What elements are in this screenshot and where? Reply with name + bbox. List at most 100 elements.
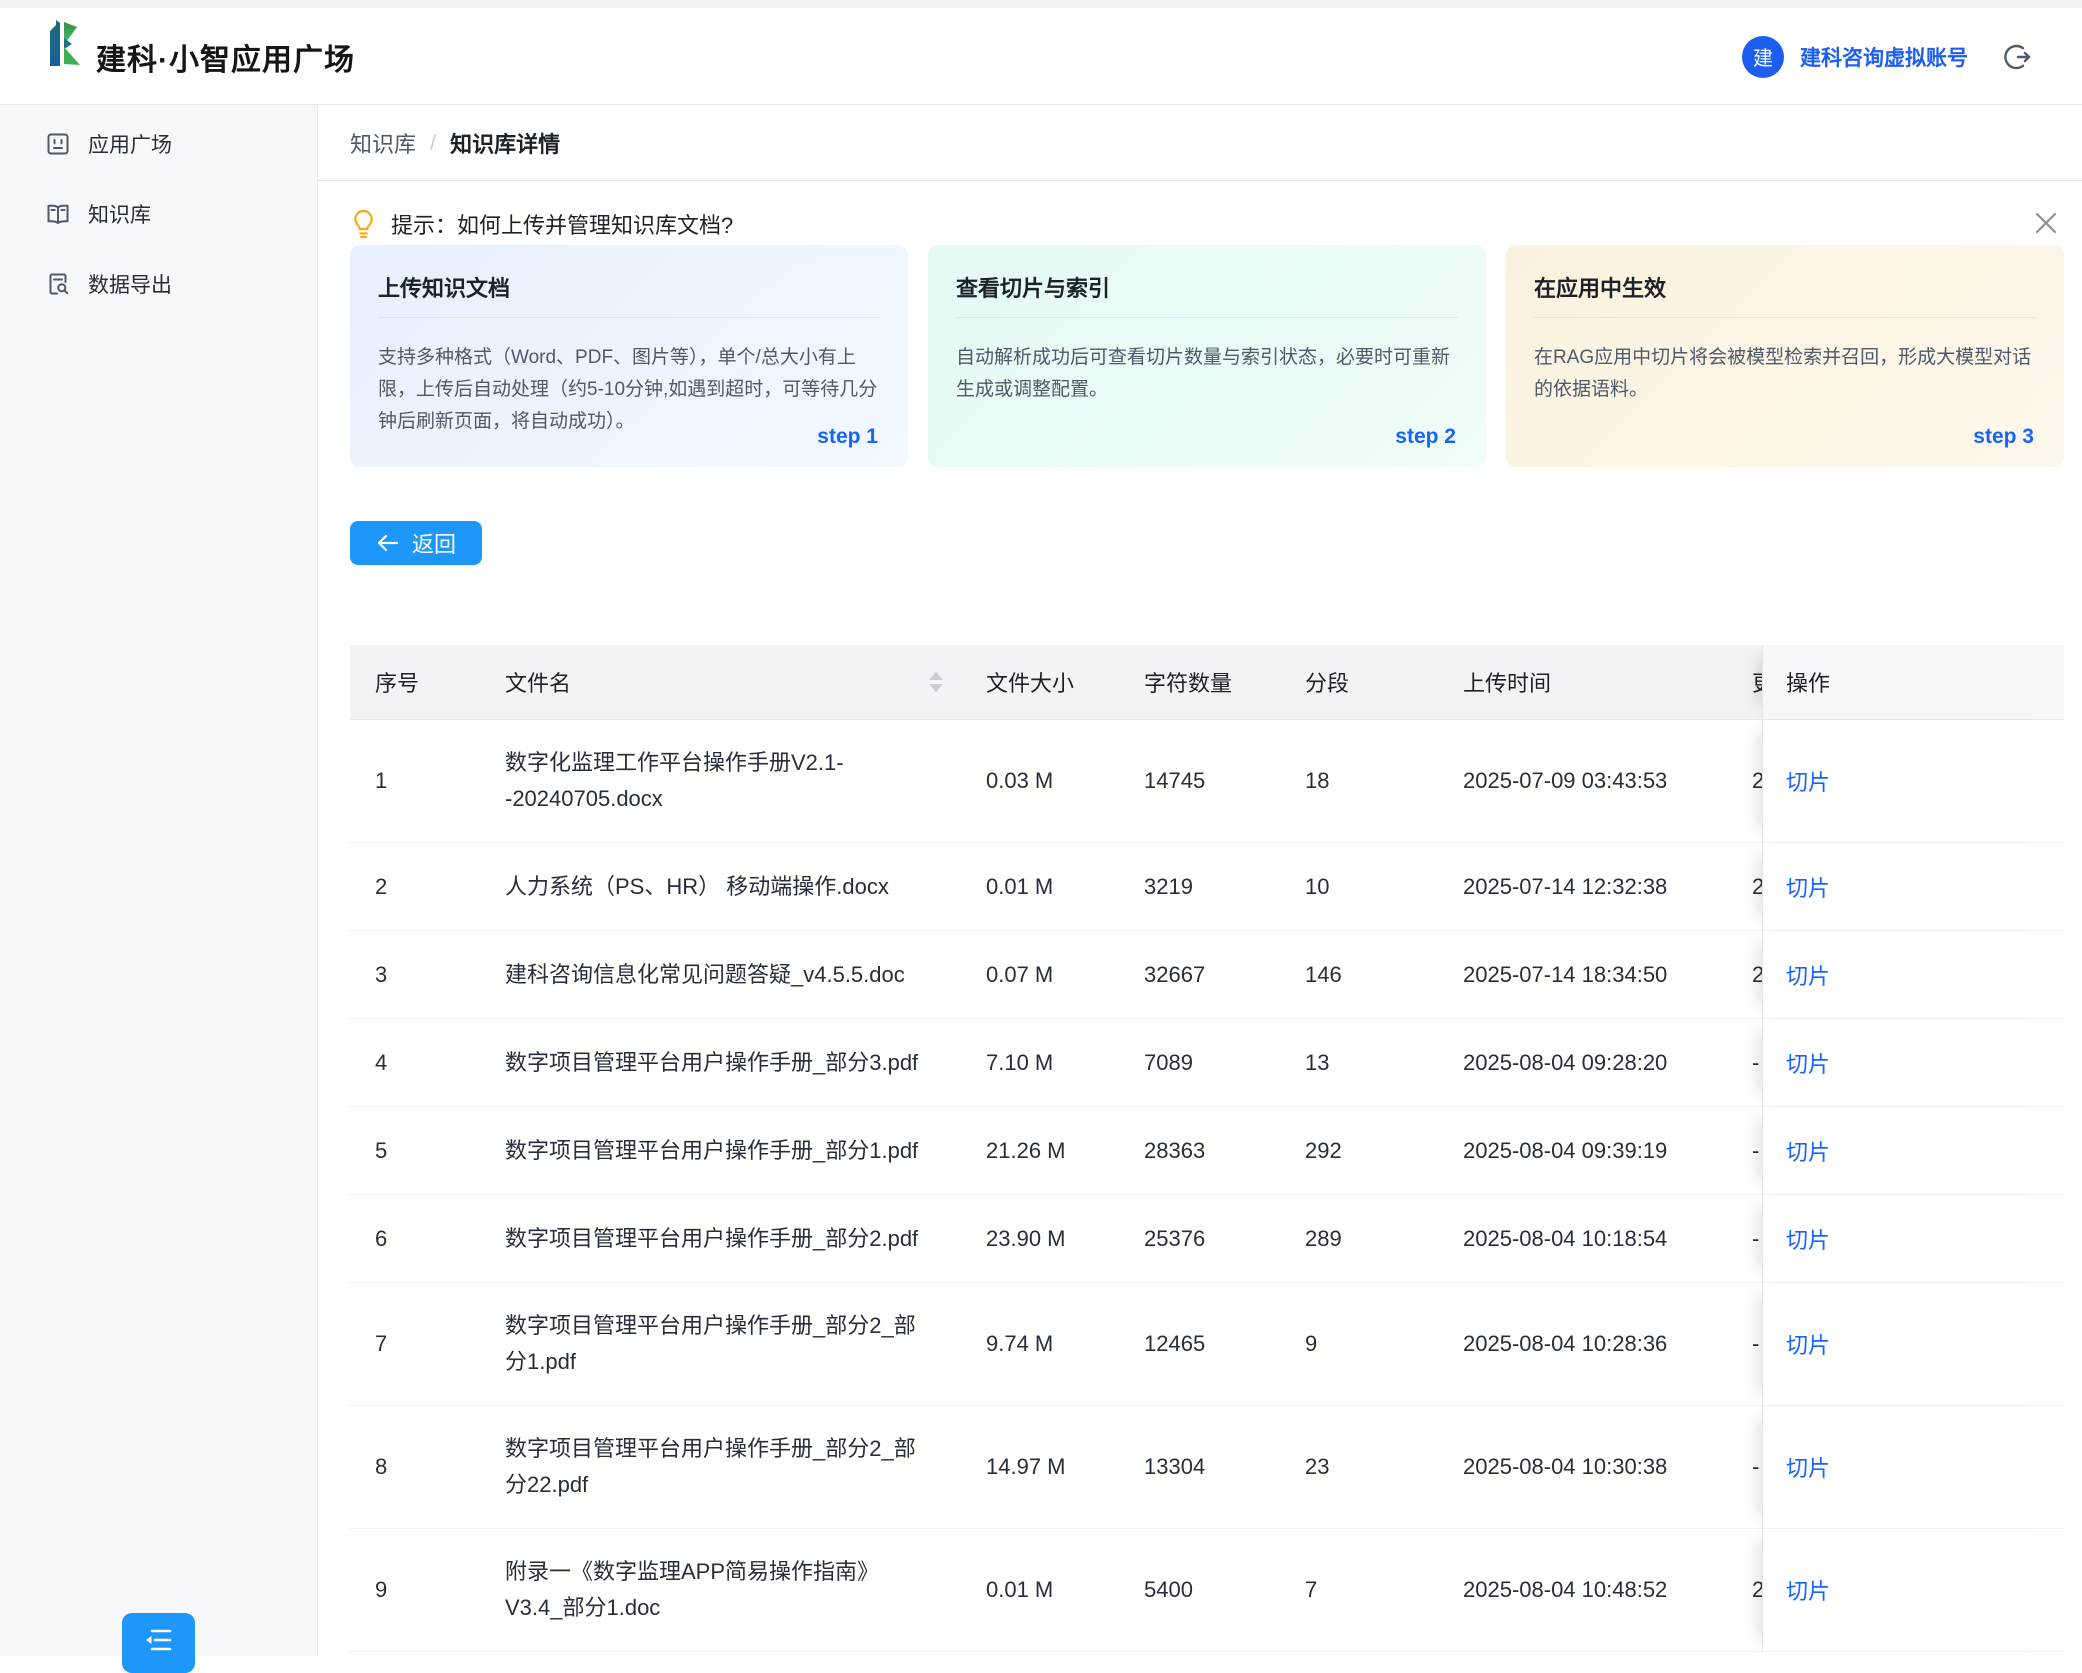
cell-char-count: 28363 (1123, 1138, 1284, 1164)
back-button-label: 返回 (412, 527, 456, 559)
col-header-upload-time: 上传时间 (1442, 666, 1731, 698)
cell-truncated: - (1731, 1331, 1762, 1357)
cell-action: 切片 (1762, 1406, 2064, 1528)
col-header-chars: 字符数量 (1123, 666, 1284, 698)
sidebar-item-label: 应用广场 (88, 129, 172, 159)
card-divider (378, 317, 880, 318)
slice-link[interactable]: 切片 (1786, 959, 1830, 991)
cell-segments: 7 (1284, 1577, 1442, 1603)
cell-truncated: 2 (1731, 874, 1762, 900)
card-title: 在应用中生效 (1534, 271, 2036, 303)
cell-segments: 10 (1284, 874, 1442, 900)
main-content: 知识库 / 知识库详情 提示：如何上传并管理知识库文档? 上传知识文档 支持多种… (318, 105, 2082, 1656)
sort-icon[interactable] (929, 672, 943, 692)
col-header-size: 文件大小 (965, 666, 1123, 698)
cell-char-count: 3219 (1123, 874, 1284, 900)
tip-text: 提示：如何上传并管理知识库文档? (391, 208, 733, 240)
breadcrumb-knowledge-base[interactable]: 知识库 (350, 127, 416, 159)
menu-fold-icon (142, 1623, 176, 1657)
slice-link[interactable]: 切片 (1786, 1451, 1830, 1483)
table-row: 7数字项目管理平台用户操作手册_部分2_部 分1.pdf9.74 M124659… (350, 1283, 2064, 1406)
cell-no: 5 (350, 1138, 505, 1164)
card-title: 上传知识文档 (378, 271, 880, 303)
cell-action: 切片 (1762, 1529, 2064, 1651)
card-divider (956, 317, 1458, 318)
cell-file-size: 21.26 M (965, 1138, 1123, 1164)
menu-fold-button[interactable] (122, 1613, 195, 1673)
cell-file-size: 7.10 M (965, 1050, 1123, 1076)
cell-truncated: 2 (1731, 962, 1762, 988)
cell-char-count: 14745 (1123, 768, 1284, 794)
close-icon[interactable] (2028, 205, 2064, 241)
cell-file-name: 数字项目管理平台用户操作手册_部分1.pdf (505, 1133, 965, 1169)
cell-file-name: 数字项目管理平台用户操作手册_部分2_部 分1.pdf (505, 1308, 965, 1380)
cell-upload-time: 2025-07-09 03:43:53 (1442, 768, 1731, 794)
cell-segments: 18 (1284, 768, 1442, 794)
cell-upload-time: 2025-08-04 09:39:19 (1442, 1138, 1731, 1164)
cell-no: 7 (350, 1331, 505, 1357)
cell-file-name: 建科咨询信息化常见问题答疑_v4.5.5.doc (505, 957, 965, 993)
cell-file-size: 0.01 M (965, 874, 1123, 900)
avatar[interactable]: 建 (1742, 36, 1784, 78)
card-divider (1534, 317, 2036, 318)
cell-truncated: 2 (1731, 1577, 1762, 1603)
slice-link[interactable]: 切片 (1786, 765, 1830, 797)
cell-upload-time: 2025-08-04 10:30:38 (1442, 1454, 1731, 1480)
cell-truncated: - (1731, 1050, 1762, 1076)
cell-char-count: 13304 (1123, 1454, 1284, 1480)
cell-no: 2 (350, 874, 505, 900)
account-name[interactable]: 建科咨询虚拟账号 (1800, 42, 1968, 72)
cell-action: 切片 (1762, 843, 2064, 930)
cell-no: 9 (350, 1577, 505, 1603)
cell-file-name: 人力系统（PS、HR） 移动端操作.docx (505, 869, 965, 905)
cell-char-count: 32667 (1123, 962, 1284, 988)
logout-icon[interactable] (2002, 42, 2032, 72)
cell-file-size: 0.03 M (965, 768, 1123, 794)
table-row: 2人力系统（PS、HR） 移动端操作.docx0.01 M3219102025-… (350, 843, 2064, 931)
cell-char-count: 5400 (1123, 1577, 1284, 1603)
slice-link[interactable]: 切片 (1786, 1135, 1830, 1167)
breadcrumb-separator: / (430, 130, 436, 156)
back-button[interactable]: 返回 (350, 521, 482, 565)
sidebar: 应用广场 知识库 数据导出 (0, 105, 318, 1656)
breadcrumb: 知识库 / 知识库详情 (318, 105, 2082, 181)
cell-file-name: 数字项目管理平台用户操作手册_部分2.pdf (505, 1221, 965, 1257)
cell-upload-time: 2025-08-04 10:18:54 (1442, 1226, 1731, 1252)
tip-row: 提示：如何上传并管理知识库文档? (350, 208, 733, 240)
card-body: 支持多种格式（Word、PDF、图片等），单个/总大小有上 限，上传后自动处理（… (378, 342, 880, 438)
cell-truncated: - (1731, 1138, 1762, 1164)
slice-link[interactable]: 切片 (1786, 1047, 1830, 1079)
cell-segments: 13 (1284, 1050, 1442, 1076)
cell-action: 切片 (1762, 931, 2064, 1018)
step-label: step 1 (817, 425, 878, 449)
slice-link[interactable]: 切片 (1786, 1223, 1830, 1255)
lightbulb-icon (350, 208, 377, 240)
arrow-left-icon (376, 533, 400, 553)
sidebar-item-label: 数据导出 (88, 269, 172, 299)
table-row: 9附录一《数字监理APP简易操作指南》 V3.4_部分1.doc0.01 M54… (350, 1529, 2064, 1652)
sidebar-item-app-plaza[interactable]: 应用广场 (0, 116, 318, 172)
slice-link[interactable]: 切片 (1786, 871, 1830, 903)
card-body: 在RAG应用中切片将会被模型检索并召回，形成大模型对话 的依据语料。 (1534, 342, 2036, 406)
table-body: 1数字化监理工作平台操作手册V2.1- -20240705.docx0.03 M… (350, 720, 2064, 1652)
sidebar-item-data-export[interactable]: 数据导出 (0, 256, 318, 312)
cell-no: 8 (350, 1454, 505, 1480)
slice-link[interactable]: 切片 (1786, 1328, 1830, 1360)
cell-file-size: 9.74 M (965, 1331, 1123, 1357)
cell-truncated: - (1731, 1454, 1762, 1480)
cell-file-size: 0.07 M (965, 962, 1123, 988)
table-row: 3建科咨询信息化常见问题答疑_v4.5.5.doc0.07 M326671462… (350, 931, 2064, 1019)
cell-upload-time: 2025-08-04 09:28:20 (1442, 1050, 1731, 1076)
cell-no: 4 (350, 1050, 505, 1076)
breadcrumb-current: 知识库详情 (450, 127, 560, 159)
cell-no: 6 (350, 1226, 505, 1252)
cell-char-count: 7089 (1123, 1050, 1284, 1076)
cell-no: 1 (350, 768, 505, 794)
col-header-truncated: 更 (1731, 666, 1762, 698)
slice-link[interactable]: 切片 (1786, 1574, 1830, 1606)
sidebar-item-knowledge-base[interactable]: 知识库 (0, 186, 318, 242)
cell-segments: 23 (1284, 1454, 1442, 1480)
cell-upload-time: 2025-07-14 18:34:50 (1442, 962, 1731, 988)
col-header-no: 序号 (350, 666, 505, 698)
col-header-name[interactable]: 文件名 (505, 666, 965, 698)
